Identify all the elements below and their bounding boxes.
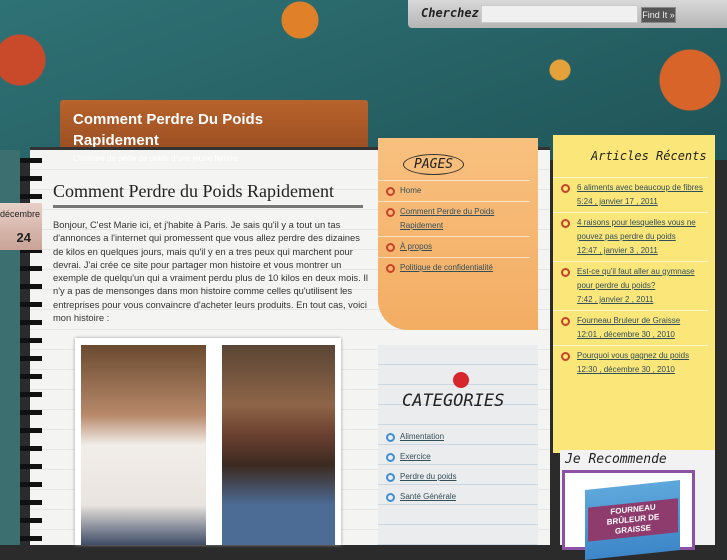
date-tab: décembre 24 [0, 203, 42, 250]
book-cover: FOURNEAU BRÛLEUR DE GRAISSE [585, 480, 680, 560]
recent-article-date[interactable]: 5:24 , janvier 17 , 2011 [577, 195, 708, 209]
category-link[interactable]: Exercice [378, 447, 530, 467]
site-title[interactable]: Comment Perdre Du Poids Rapidement [73, 109, 303, 151]
recent-article-title[interactable]: Est-ce qu'il faut aller au gymnase pour … [577, 265, 708, 293]
recent-article-date[interactable]: 7:42 , janvier 2 , 2011 [577, 293, 708, 307]
recent-article[interactable]: 4 raisons pour lesquelles vous ne pouvez… [553, 212, 708, 261]
recent-article[interactable]: Est-ce qu'il faut aller au gymnase pour … [553, 261, 708, 310]
after-photo [222, 345, 335, 545]
categories-title: CATEGORIES [402, 391, 505, 411]
recent-article[interactable]: 6 aliments avec beaucoup de fibres 5:24 ,… [553, 177, 708, 212]
category-link[interactable]: Santé Générale [378, 487, 530, 507]
recent-article-date[interactable]: 12:01 , décembre 30 , 2010 [577, 328, 708, 342]
recommend-title: Je Recommende [565, 452, 667, 467]
date-month: décembre [0, 209, 40, 219]
recent-article-date[interactable]: 12:47 , janvier 3 , 2011 [577, 244, 708, 258]
recent-article[interactable]: Pourquoi vous gagnez du poids 12:30 , déc… [553, 345, 708, 380]
recommend-widget: Je Recommende FOURNEAU BRÛLEUR DE GRAISS… [560, 450, 715, 560]
post-body: Bonjour, C'est Marie ici, et j'habite à … [53, 219, 369, 324]
before-photo [81, 345, 206, 545]
category-link[interactable]: Perdre du poids [378, 467, 530, 487]
recent-article[interactable]: Fourneau Bruleur de Graisse 12:01 , décem… [553, 310, 708, 345]
site-tagline: L'histoire de perte de poids d'une jeune… [73, 154, 239, 163]
site-title-box: Comment Perdre Du Poids Rapidement [60, 100, 368, 152]
page-link[interactable]: Politique de confidentialité [378, 257, 530, 278]
pushpin-icon [453, 372, 469, 388]
title-divider [53, 205, 363, 208]
page-link[interactable]: Comment Perdre du Poids Rapidement [378, 201, 530, 236]
search-input[interactable] [481, 5, 638, 23]
recent-article-date[interactable]: 12:30 , décembre 30 , 2010 [577, 363, 708, 377]
page-link[interactable]: Home [378, 180, 530, 201]
book-title: FOURNEAU BRÛLEUR DE GRAISSE [588, 498, 678, 542]
category-link[interactable]: Alimentation [378, 427, 530, 447]
recent-article-title[interactable]: Fourneau Bruleur de Graisse [577, 314, 708, 328]
page-link[interactable]: À propos [378, 236, 530, 257]
recent-article-title[interactable]: Pourquoi vous gagnez du poids [577, 349, 708, 363]
search-label: Cherchez [421, 6, 479, 20]
recent-title: Articles Récents [591, 149, 707, 163]
date-day: 24 [16, 230, 31, 245]
search-button[interactable]: Find It » [641, 7, 676, 23]
recent-article-title[interactable]: 6 aliments avec beaucoup de fibres [577, 181, 708, 195]
search-bar: Cherchez Find It » [408, 0, 727, 28]
book-ad[interactable]: FOURNEAU BRÛLEUR DE GRAISSE [562, 470, 695, 560]
recent-article-title[interactable]: 4 raisons pour lesquelles vous ne pouvez… [577, 216, 708, 244]
before-after-photos [75, 338, 341, 545]
pages-widget: PAGES Home Comment Perdre du Poids Rapid… [378, 138, 538, 330]
pages-title: PAGES [403, 154, 465, 175]
post-title[interactable]: Comment Perdre du Poids Rapidement [53, 181, 334, 202]
recent-articles-widget: Articles Récents 6 aliments avec beaucou… [553, 135, 715, 453]
